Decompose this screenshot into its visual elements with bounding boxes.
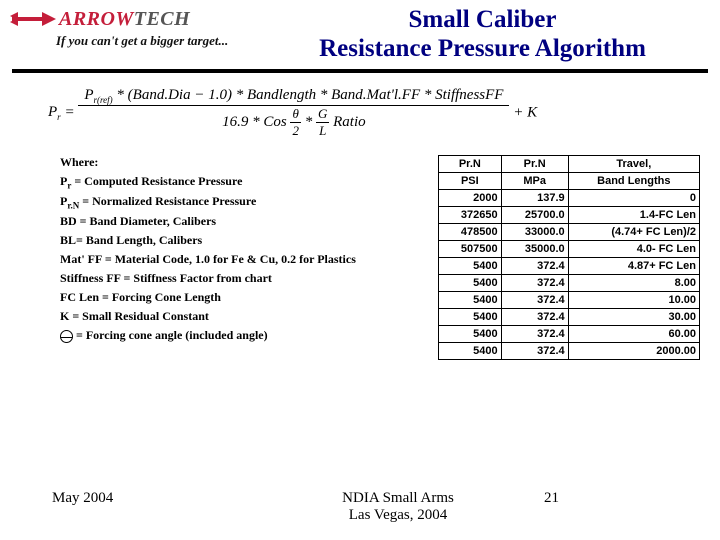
- formula-fraction: Pr(ref) * (Band.Dia − 1.0) * Bandlength …: [78, 87, 509, 139]
- table-row: 5400372.460.00: [439, 325, 700, 342]
- def-fclen: FC Len = Forcing Cone Length: [60, 290, 438, 305]
- title-line-1: Small Caliber: [409, 6, 557, 33]
- footer-date: May 2004: [0, 490, 252, 524]
- data-table: Pr.N Pr.N Travel, PSI MPa Band Lengths 2…: [438, 155, 700, 360]
- table-row: 37265025700.01.4-FC Len: [439, 206, 700, 223]
- table-header-row: Pr.N Pr.N Travel,: [439, 155, 700, 172]
- formula-eq: =: [64, 104, 78, 120]
- table-row: 5400372.410.00: [439, 291, 700, 308]
- col-prn-mpa: Pr.N: [501, 155, 568, 172]
- arrow-icon: [12, 12, 56, 26]
- def-bl: BL= Band Length, Calibers: [60, 233, 438, 248]
- formula-lhs: Pr: [48, 104, 61, 120]
- def-bd: BD = Band Diameter, Calibers: [60, 214, 438, 229]
- col-prn-psi: Pr.N: [439, 155, 502, 172]
- slide-header: ARROW TECH If you can't get a bigger tar…: [0, 0, 720, 66]
- logo-block: ARROW TECH If you can't get a bigger tar…: [12, 6, 257, 49]
- table-row: 2000137.90: [439, 189, 700, 206]
- where-label: Where:: [60, 155, 438, 170]
- def-theta: = Forcing cone angle (included angle): [60, 328, 438, 343]
- formula-denominator: 16.9 * Cos θ2 * GL Ratio: [78, 106, 509, 139]
- def-pr: Pr = Computed Resistance Pressure: [60, 174, 438, 190]
- formula-numerator: Pr(ref) * (Band.Dia − 1.0) * Bandlength …: [78, 87, 509, 106]
- col-travel: Travel,: [568, 155, 699, 172]
- slide-title: Small Caliber Resistance Pressure Algori…: [257, 6, 708, 64]
- def-prn: Pr.N = Normalized Resistance Pressure: [60, 194, 438, 210]
- table-row: 5400372.48.00: [439, 274, 700, 291]
- footer-page: 21: [544, 490, 720, 524]
- footer-venue: NDIA Small ArmsLas Vegas, 2004: [252, 490, 544, 524]
- title-line-2: Resistance Pressure Algorithm: [319, 35, 646, 62]
- table-row: 47850033000.0(4.74+ FC Len)/2: [439, 223, 700, 240]
- def-stiffff: Stiffness FF = Stiffness Factor from cha…: [60, 271, 438, 286]
- def-matff: Mat' FF = Material Code, 1.0 for Fe & Cu…: [60, 252, 438, 267]
- table-row: 50750035000.04.0- FC Len: [439, 240, 700, 257]
- divider: [12, 69, 708, 73]
- definitions: Where: Pr = Computed Resistance Pressure…: [0, 151, 438, 360]
- table-unit-row: PSI MPa Band Lengths: [439, 172, 700, 189]
- tagline: If you can't get a bigger target...: [56, 33, 257, 49]
- brand-tech: TECH: [134, 8, 190, 31]
- slide-footer: May 2004 NDIA Small ArmsLas Vegas, 2004 …: [0, 490, 720, 524]
- formula: Pr = Pr(ref) * (Band.Dia − 1.0) * Bandle…: [48, 87, 720, 139]
- table-row: 5400372.430.00: [439, 308, 700, 325]
- formula-tail: + K: [513, 104, 537, 120]
- table-row: 5400372.44.87+ FC Len: [439, 257, 700, 274]
- def-k: K = Small Residual Constant: [60, 309, 438, 324]
- table-row: 5400372.42000.00: [439, 342, 700, 359]
- theta-icon: [60, 330, 73, 343]
- brand-arrow: ARROW: [59, 8, 134, 31]
